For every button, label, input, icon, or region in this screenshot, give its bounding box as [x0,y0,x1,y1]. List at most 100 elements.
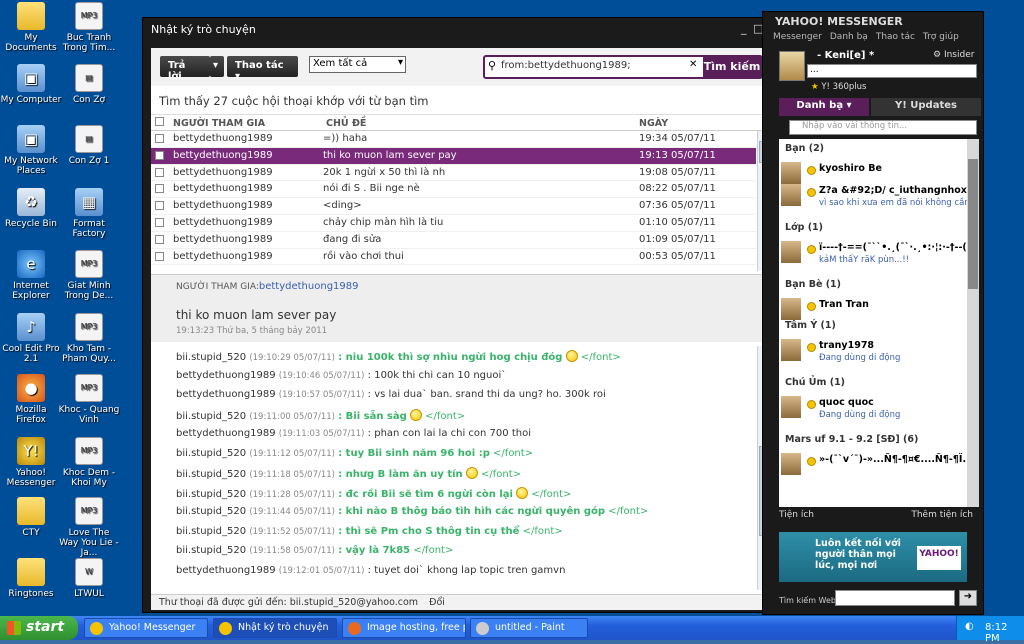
table-row[interactable]: bettydethuong1989 thi ko muon lam sever p… [151,147,756,165]
desktop-icon[interactable]: ▣ My Network Places [0,125,62,176]
change-link[interactable]: Đổi [429,597,445,608]
user-name[interactable]: - Keni[e] * [817,50,874,61]
ad-text: Luôn kết nối với người thân mọi lúc, mọi… [815,538,901,571]
tab-contacts[interactable]: Danh bạ ▾ [779,98,869,116]
col-subject[interactable]: CHỦ ĐỀ [326,118,366,129]
contact-group[interactable]: Chú Ủm (1) [779,373,967,392]
row-subject: 20k 1 ngừi x 50 thì là nh [323,166,446,178]
action-label: Thao tác [235,60,284,71]
insider-link[interactable]: ⚙ Insider [933,50,974,60]
row-checkbox[interactable] [155,134,164,143]
buddy-item[interactable]: Tran Tran [779,294,967,320]
buddy-name: ï----†-==(¯``•.¸(¯`·.¸•:·¦:·-†--(... [819,242,967,253]
buddy-item[interactable]: ï----†-==(¯``•.¸(¯`·.¸•:·¦:·-†--(... kảM … [779,237,967,275]
desktop-icon[interactable]: e Internet Explorer [0,250,62,301]
desktop-icon[interactable]: ▦ Format Factory [58,188,120,239]
scroll-thumb[interactable] [968,159,978,289]
row-checkbox[interactable] [155,234,164,244]
row-checkbox[interactable] [155,217,164,227]
table-row[interactable]: bettydethuong1989 20k 1 ngừi x 50 thì là … [151,165,756,182]
search-box[interactable]: ⚲ from:bettydethuong1989; ✕ Tìm kiếm [483,55,763,79]
buddy-item[interactable]: kyoshiro Be [779,158,967,184]
col-date[interactable]: NGÀY [639,118,668,129]
filter-select[interactable]: Xem tất cả ▾ [309,56,406,73]
add-plugin-button[interactable]: Thêm tiện ích [911,510,973,520]
message-line: bii.stupid_520 (19:11:44 05/07/11) : khi… [151,502,756,522]
participants-value[interactable]: bettydethuong1989 [259,281,359,292]
table-row[interactable]: bettydethuong1989 đang đi sửa 01:09 05/07/… [151,232,756,249]
taskbar-button[interactable]: untitled - Paint [470,618,588,638]
row-checkbox[interactable] [155,150,164,160]
tab-updates[interactable]: Y! Updates [871,98,981,116]
taskbar-button[interactable]: Image hosting, free p... [342,618,466,638]
contact-group[interactable]: Tâm Ý (1) [779,316,967,335]
table-row[interactable]: bettydethuong1989 =)) haha 19:34 05/07/11 [151,131,756,148]
tray-icon[interactable]: ◐ [965,621,974,632]
reply-dropdown-icon[interactable]: ▾ [210,56,224,77]
message-line: bii.stupid_520 (19:11:00 05/07/11) : Bii… [151,405,756,425]
select-all-checkbox[interactable] [155,117,164,126]
buddy-item[interactable]: trany1978 Đang dùng di động [779,335,967,373]
desktop-icon[interactable]: Y! Yahoo! Messenger [0,437,62,488]
desktop-icon[interactable]: ▤ Con Zợ 1 [58,125,120,166]
desktop-icon[interactable]: Ringtones [0,558,62,599]
plugin-button[interactable]: Tiện ích [779,510,814,520]
status-input[interactable]: ... [807,64,977,78]
table-row[interactable]: bettydethuong1989 chảy chip màn hìh là ti… [151,215,756,232]
menu-item[interactable]: Trợ giúp [923,32,959,42]
menu-item[interactable]: Thao tác [876,32,915,42]
message-line: bii.stupid_520 (19:11:18 05/07/11) : như… [151,463,756,483]
reply-button[interactable]: Trả lời [160,56,210,82]
taskbar-button[interactable]: Yahoo! Messenger [84,618,208,638]
desktop-icon[interactable]: ● Mozilla Firefox [0,374,62,425]
table-row[interactable]: bettydethuong1989 rồi vào chơi thui 00:53 … [151,249,756,266]
web-search-input[interactable] [835,590,955,606]
desktop-icon[interactable]: MP3 Khoc Dem - Khoi My [58,437,120,488]
font-tag: </font> [493,447,534,459]
contact-group[interactable]: Lớp (1) [779,218,967,237]
menu-item[interactable]: Danh bạ [830,32,868,42]
start-button[interactable]: start [0,616,78,640]
desktop-icon[interactable]: ♻ Recycle Bin [0,188,62,229]
minimize-icon[interactable]: _ [741,22,747,35]
contact-group[interactable]: Mars uf 9.1 - 9.2 [SĐ] (6) [779,430,967,449]
desktop-icon-label: My Network Places [4,156,58,176]
menu-item[interactable]: Messenger [773,32,822,42]
contact-group[interactable]: Bạn Bè (1) [779,275,967,294]
desktop-icon[interactable]: MP3 Kho Tam - Pham Quy... [58,313,120,364]
desktop-icon[interactable]: CTY [0,497,62,538]
smiley-icon [409,408,422,421]
row-checkbox[interactable] [155,184,164,194]
buddy-name: »-(¯`v´¯)-»...Ñ¶-¶¤€....Ñ¶-¶Ï... [819,454,967,465]
contact-group[interactable]: Bạn (2) [779,139,967,158]
action-button[interactable]: Thao tác ▾ [227,56,298,82]
col-participant[interactable]: NGƯỜI THAM GIA [173,118,265,129]
desktop-icon[interactable]: My Documents [0,2,62,53]
desktop-icon[interactable]: MP3 Buc Tranh Trong Tim... [58,2,120,53]
row-checkbox[interactable] [155,201,164,211]
desktop-icon[interactable]: MP3 Khoc - Quang Vinh [58,374,120,425]
row-checkbox[interactable] [155,167,164,177]
search-button[interactable]: Tìm kiếm [703,57,761,77]
contact-scrollbar[interactable] [967,139,979,507]
row-checkbox[interactable] [155,251,164,261]
desktop-icon[interactable]: W LTWUL [58,558,120,599]
ad-banner[interactable]: Luôn kết nối với người thân mọi lúc, mọi… [779,532,967,582]
desktop-icon[interactable]: MP3 Love The Way You Lie - Ja... [58,497,120,558]
contact-search-input[interactable]: Nhập vào vài thông tin... [789,120,977,135]
table-row[interactable]: bettydethuong1989 nói đi S . Bii nge nè 08… [151,181,756,199]
taskbar-button[interactable]: Nhật ký trò chuyện [213,618,337,638]
desktop-icon[interactable]: ♪ Cool Edit Pro 2.1 [0,313,62,364]
clear-search-icon[interactable]: ✕ [689,59,697,70]
search-input[interactable]: from:bettydethuong1989; [501,60,691,71]
buddy-item[interactable]: Z?a &#92;D/ c_iuthangnhox vì sao khi xưa … [779,180,967,218]
desktop-icon[interactable]: ▣ My Computer [0,64,62,105]
go-arrow-icon[interactable]: ➜ [959,590,977,606]
buddy-item[interactable]: »-(¯`v´¯)-»...Ñ¶-¶¤€....Ñ¶-¶Ï... [779,449,967,475]
table-row[interactable]: bettydethuong1989 <ding> 07:36 05/07/11 [151,198,756,215]
buddy-item[interactable]: quoc quoc Đang dùng di động [779,392,967,430]
online-status-icon [807,166,816,175]
avatar[interactable] [779,51,805,81]
desktop-icon[interactable]: ▤ Con Zợ [58,64,120,105]
desktop-icon[interactable]: MP3 Giat Minh Trong De... [58,250,120,301]
